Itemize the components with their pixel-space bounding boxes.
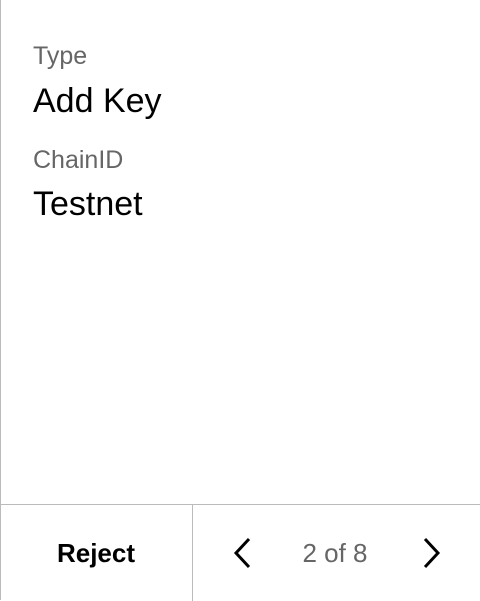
divider	[192, 505, 193, 601]
footer: Reject 2 of 8	[0, 504, 480, 601]
type-label: Type	[33, 42, 88, 70]
page-indicator: 2 of 8	[302, 537, 368, 568]
chainid-label: ChainID	[33, 146, 124, 174]
chevron-right-icon[interactable]	[416, 535, 446, 571]
type-value: Add Key	[33, 82, 162, 120]
chainid-value: Testnet	[33, 185, 143, 223]
reject-button[interactable]: Reject	[0, 505, 192, 601]
chevron-left-icon[interactable]	[228, 535, 258, 571]
